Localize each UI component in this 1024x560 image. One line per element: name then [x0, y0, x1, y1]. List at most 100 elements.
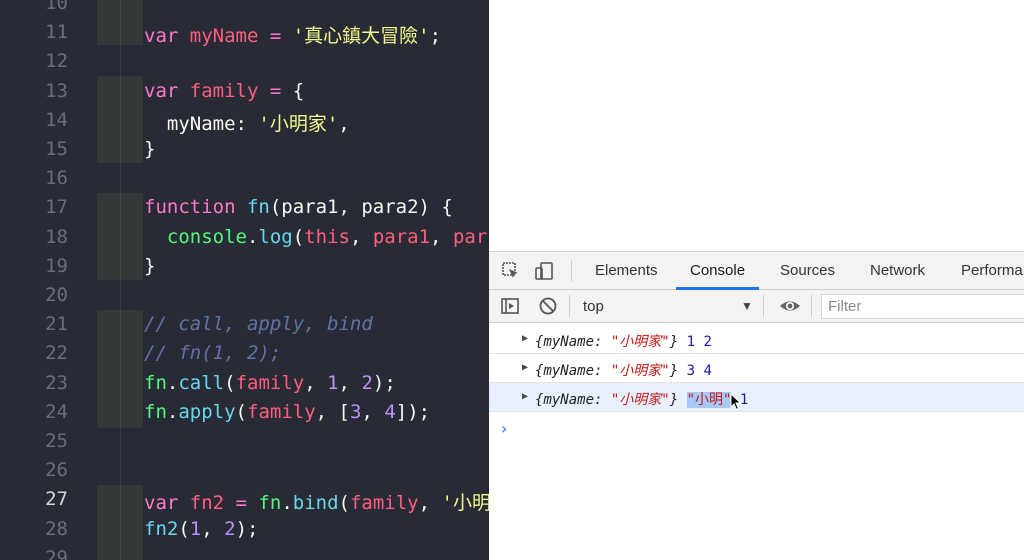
code-line[interactable]: 13 var family = { [0, 77, 489, 106]
code-line[interactable]: 27 var fn2 = fn.bind(family, '小明 [0, 485, 489, 514]
code-token: (para1, para2) { [269, 196, 453, 219]
tab-network[interactable]: Network [870, 252, 925, 290]
code-line[interactable]: 19} [0, 252, 489, 281]
code-line[interactable]: 11 var myName = '真心鎮大冒險'; [0, 18, 489, 47]
console-message[interactable]: ▶ {myName: "小明家"} "小明" 1 [489, 383, 1024, 412]
code-text: // call, apply, bind [144, 313, 373, 335]
code-token: '真心鎮大冒險' [292, 25, 430, 48]
chevron-down-icon[interactable]: ▼ [741, 290, 753, 323]
code-line[interactable]: 23 fn.call(family, 1, 2); [0, 369, 489, 398]
code-token: , [338, 112, 350, 135]
code-token: this [304, 225, 350, 248]
code-token: // call, apply, bind [144, 313, 373, 336]
device-toolbar-icon[interactable] [534, 261, 554, 281]
console-message[interactable]: ▶ {myName: "小明家"} 1 2 [489, 325, 1024, 354]
code-token: para1 [372, 225, 431, 248]
toolbar-separator [571, 260, 572, 282]
code-token: ( [338, 492, 350, 515]
show-sidebar-icon[interactable] [500, 296, 520, 316]
code-token: . [166, 400, 179, 423]
line-number: 18 [45, 225, 68, 248]
live-expression-eye-icon[interactable] [779, 296, 800, 316]
code-line[interactable]: 17 function fn(para1, para2) { [0, 193, 489, 222]
tab-sources[interactable]: Sources [780, 252, 835, 290]
code-line[interactable]: 20 [0, 281, 489, 310]
code-line[interactable]: 24 fn.apply(family, [3, 4]); [0, 398, 489, 427]
code-text: myName: '小明家', [144, 109, 350, 136]
code-line[interactable]: 12 [0, 47, 489, 76]
code-text: function fn(para1, para2) { [144, 196, 453, 218]
code-token: { [292, 79, 305, 102]
code-line[interactable]: 18 console.log(this, para1, par [0, 223, 489, 252]
code-line[interactable]: 26 [0, 456, 489, 485]
console-toolbar: top ▼ Filter [489, 290, 1024, 323]
code-text: // fn(1, 2); [144, 342, 281, 364]
code-token: ( [235, 400, 247, 423]
line-number: 21 [45, 313, 68, 336]
code-line[interactable]: 15} [0, 135, 489, 164]
code-token: myName [189, 25, 259, 48]
mouse-cursor-icon [730, 393, 742, 411]
code-token: } [144, 254, 156, 277]
code-token: , [201, 517, 225, 540]
line-number: 29 [45, 546, 68, 560]
code-token: var [144, 492, 190, 515]
console-prompt-icon[interactable]: › [501, 419, 507, 438]
code-token: ( [178, 517, 190, 540]
code-text: var myName = '真心鎮大冒險'; [144, 21, 441, 48]
code-token: bind [292, 492, 339, 515]
code-text: var family = { [144, 80, 304, 102]
message-text: {myName: "小明家"} "小明" 1 [535, 392, 749, 408]
toolbar-separator [811, 295, 812, 317]
code-token: . [281, 492, 293, 515]
code-text: } [144, 255, 155, 277]
code-token: , [418, 492, 442, 515]
code-token: , [304, 371, 328, 394]
code-token: fn [144, 400, 167, 423]
line-number: 10 [45, 0, 68, 14]
code-line[interactable]: 29 [0, 544, 489, 560]
tab-performance[interactable]: Performa [961, 252, 1023, 290]
clear-console-icon[interactable] [538, 296, 558, 316]
code-line[interactable]: 10 [0, 0, 489, 18]
filter-input[interactable]: Filter [821, 294, 1024, 319]
code-line[interactable]: 28 fn2(1, 2); [0, 515, 489, 544]
expand-triangle-icon[interactable]: ▶ [522, 333, 528, 344]
code-line[interactable]: 16 [0, 164, 489, 193]
message-text: {myName: "小明家"} 1 2 [535, 334, 712, 350]
code-token: ); [372, 371, 396, 394]
tab-console[interactable]: Console [676, 252, 760, 290]
code-line[interactable]: 21 // call, apply, bind [0, 310, 489, 339]
code-line[interactable]: 25 [0, 427, 489, 456]
code-token: 2 [224, 517, 236, 540]
code-token: , [ [315, 400, 350, 423]
line-number: 22 [45, 342, 68, 365]
code-token: var [144, 25, 190, 48]
code-token: call [178, 371, 225, 394]
tab-elements[interactable]: Elements [595, 252, 658, 290]
code-token: family [235, 371, 305, 394]
console-message[interactable]: ▶ {myName: "小明家"} 3 4 [489, 354, 1024, 383]
inspect-element-icon[interactable] [501, 261, 521, 281]
code-text: fn2(1, 2); [144, 518, 258, 540]
code-token: family [349, 492, 419, 515]
code-editor[interactable]: 10 11 var myName = '真心鎮大冒險'; 12 13 var family… [0, 0, 489, 560]
context-selector[interactable]: top [583, 290, 604, 323]
code-line[interactable]: 22 // fn(1, 2); [0, 339, 489, 368]
toolbar-separator [569, 295, 570, 317]
console-output: ▶ {myName: "小明家"} 1 2 ▶ {myName: "小明家"} … [489, 323, 1024, 560]
line-number: 24 [45, 400, 68, 423]
line-number: 23 [45, 371, 68, 394]
code-token: fn [258, 492, 282, 515]
code-token: = [258, 25, 293, 48]
code-token: ( [292, 225, 305, 248]
code-token: 1 [189, 517, 202, 540]
selected-string[interactable]: "小明" [686, 392, 732, 408]
code-token: fn [246, 196, 270, 219]
code-line[interactable]: 14 myName: '小明家', [0, 106, 489, 135]
line-number: 14 [45, 108, 68, 131]
expand-triangle-icon[interactable]: ▶ [522, 391, 528, 402]
code-token: myName: [144, 112, 259, 135]
expand-triangle-icon[interactable]: ▶ [522, 362, 528, 373]
line-number: 26 [45, 459, 68, 482]
